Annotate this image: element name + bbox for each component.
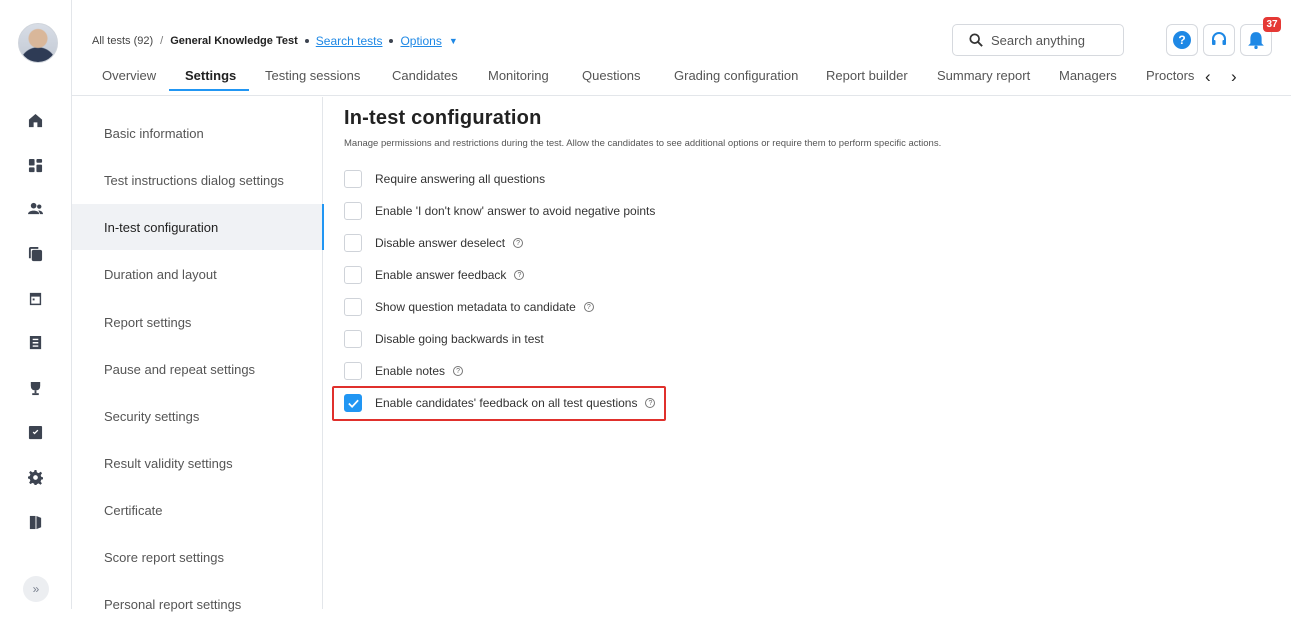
menu-item-duration-and-layout[interactable]: Duration and layout xyxy=(72,251,323,297)
help-button[interactable]: ? xyxy=(1166,24,1198,56)
tab-summary-report[interactable]: Summary report xyxy=(937,68,1030,83)
menu-item-result-validity[interactable]: Result validity settings xyxy=(72,440,323,486)
menu-item-test-instructions[interactable]: Test instructions dialog settings xyxy=(72,157,323,203)
option-label: Enable notes xyxy=(375,364,446,378)
tab-grading-configuration[interactable]: Grading configuration xyxy=(674,68,798,83)
option-label: Show question metadata to candidate xyxy=(375,300,576,314)
checkbox[interactable] xyxy=(344,170,362,188)
checkbox[interactable] xyxy=(344,330,362,348)
calendar-icon[interactable] xyxy=(27,290,43,306)
in-test-configuration-panel: In-test configuration Manage permissions… xyxy=(344,107,941,412)
tab-settings[interactable]: Settings xyxy=(185,68,236,83)
header: All tests (92) / General Knowledge Test … xyxy=(72,0,1291,96)
tab-report-builder[interactable]: Report builder xyxy=(826,68,908,83)
menu-item-basic-information[interactable]: Basic information xyxy=(72,110,323,156)
menu-item-security-settings[interactable]: Security settings xyxy=(72,393,323,439)
option-i-dont-know[interactable]: Enable 'I don't know' answer to avoid ne… xyxy=(344,201,655,221)
option-label: Enable answer feedback xyxy=(375,268,507,282)
tab-testing-sessions[interactable]: Testing sessions xyxy=(265,68,360,83)
tabs-next-arrow-icon[interactable]: › xyxy=(1231,67,1237,87)
options-caret-icon[interactable]: ▼ xyxy=(449,36,458,46)
exit-door-icon[interactable] xyxy=(27,514,43,530)
checkbox[interactable] xyxy=(344,362,362,380)
info-icon[interactable]: ? xyxy=(453,366,464,376)
option-enable-answer-feedback[interactable]: Enable answer feedback ? xyxy=(344,265,525,285)
users-icon[interactable] xyxy=(27,200,43,216)
checkbox[interactable] xyxy=(344,234,362,252)
settings-menu: Basic information Test instructions dial… xyxy=(72,97,324,612)
dot-separator xyxy=(389,39,394,43)
home-icon[interactable] xyxy=(27,112,43,128)
dashboard-icon[interactable] xyxy=(27,157,43,173)
page-title: In-test configuration xyxy=(344,107,542,129)
tests-icon[interactable] xyxy=(27,246,43,262)
list-icon[interactable] xyxy=(27,334,43,350)
tab-proctors[interactable]: Proctors xyxy=(1146,68,1194,83)
menu-item-pause-and-repeat[interactable]: Pause and repeat settings xyxy=(72,346,323,392)
options-link[interactable]: Options xyxy=(400,34,441,48)
option-label: Disable going backwards in test xyxy=(375,332,544,346)
left-rail: » xyxy=(0,0,72,609)
headset-icon xyxy=(1212,32,1226,45)
option-label: Disable answer deselect xyxy=(375,236,506,250)
tab-overview[interactable]: Overview xyxy=(102,68,156,83)
search-icon xyxy=(969,33,983,47)
expand-sidebar-button[interactable]: » xyxy=(23,576,49,602)
option-disable-answer-deselect[interactable]: Disable answer deselect ? xyxy=(344,233,524,253)
option-disable-going-backwards[interactable]: Disable going backwards in test xyxy=(344,329,544,349)
gear-icon[interactable] xyxy=(27,469,43,485)
checkbox[interactable] xyxy=(344,202,362,220)
dot-separator xyxy=(304,39,309,43)
menu-item-certificate[interactable]: Certificate xyxy=(72,487,323,533)
tabs-prev-arrow-icon[interactable]: ‹ xyxy=(1205,67,1211,87)
info-icon[interactable]: ? xyxy=(513,238,524,248)
breadcrumb-separator: / xyxy=(160,35,164,47)
test-name: General Knowledge Test xyxy=(170,35,298,47)
menu-item-score-report[interactable]: Score report settings xyxy=(72,534,323,580)
info-icon[interactable]: ? xyxy=(583,302,594,312)
checkbox[interactable] xyxy=(344,298,362,316)
option-show-question-metadata[interactable]: Show question metadata to candidate ? xyxy=(344,297,594,317)
info-icon[interactable]: ? xyxy=(514,270,525,280)
checkbox[interactable] xyxy=(344,266,362,284)
search-placeholder: Search anything xyxy=(991,32,1085,48)
menu-item-report-settings[interactable]: Report settings xyxy=(72,299,323,345)
help-icon: ? xyxy=(1173,31,1191,49)
bell-icon xyxy=(1248,32,1264,49)
active-tab-indicator xyxy=(169,89,249,91)
option-label: Enable 'I don't know' answer to avoid ne… xyxy=(375,204,656,218)
tab-monitoring[interactable]: Monitoring xyxy=(488,68,549,83)
user-avatar[interactable] xyxy=(18,23,58,63)
tab-candidates[interactable]: Candidates xyxy=(392,68,458,83)
support-button[interactable] xyxy=(1203,24,1235,56)
checklist-icon[interactable] xyxy=(27,424,43,440)
tab-managers[interactable]: Managers xyxy=(1059,68,1117,83)
option-label: Require answering all questions xyxy=(375,172,546,186)
option-enable-notes[interactable]: Enable notes ? xyxy=(344,361,464,381)
section-description: Manage permissions and restrictions duri… xyxy=(344,138,942,149)
trophy-icon[interactable] xyxy=(27,380,43,396)
all-tests-link[interactable]: All tests (92) xyxy=(92,35,153,47)
notification-count-badge: 37 xyxy=(1263,17,1281,32)
breadcrumb: All tests (92) / General Knowledge Test … xyxy=(92,34,458,48)
search-input[interactable]: Search anything xyxy=(952,24,1124,56)
menu-item-in-test-configuration[interactable]: In-test configuration xyxy=(72,204,324,250)
highlight-box xyxy=(332,386,666,421)
search-tests-link[interactable]: Search tests xyxy=(316,34,383,48)
tab-questions[interactable]: Questions xyxy=(582,68,641,83)
option-require-all-questions[interactable]: Require answering all questions xyxy=(344,169,545,189)
menu-item-personal-report[interactable]: Personal report settings xyxy=(72,581,323,627)
